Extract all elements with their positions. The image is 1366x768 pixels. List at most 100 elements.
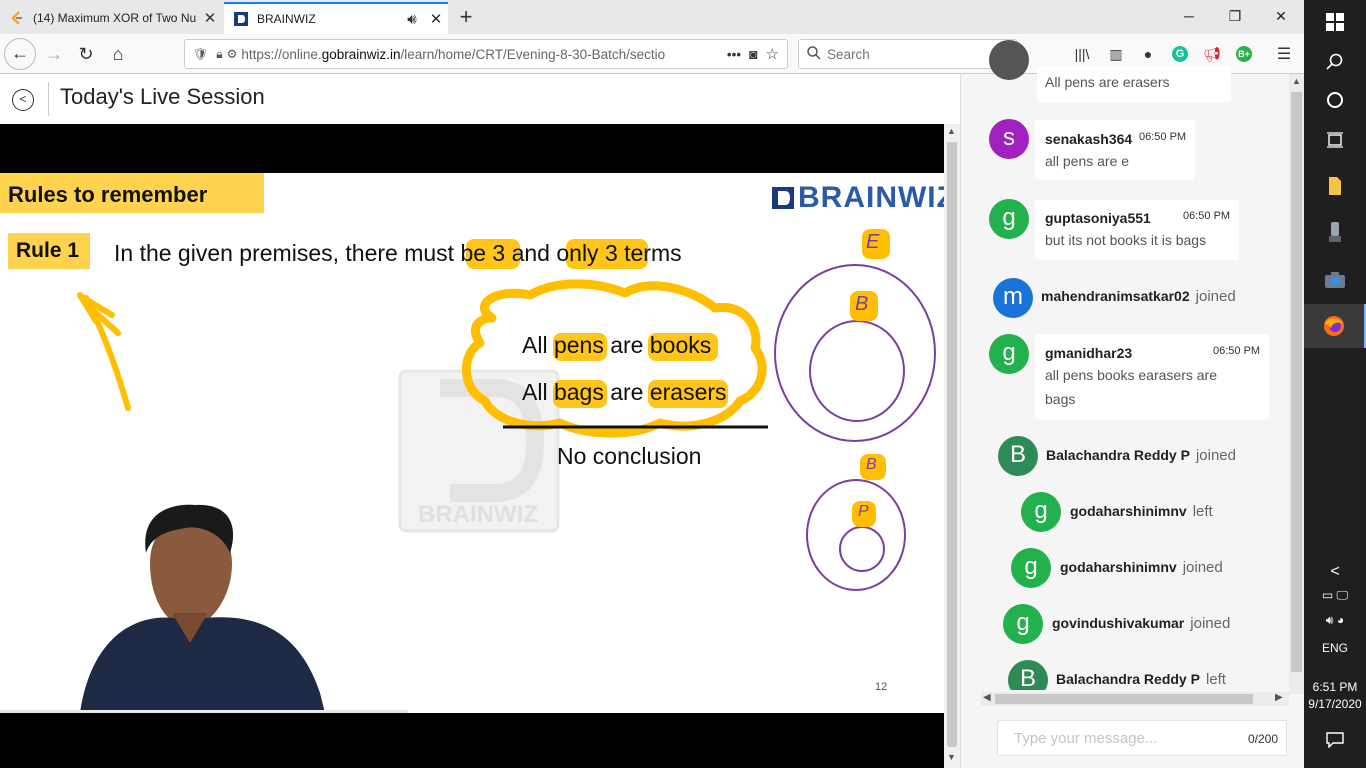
lock-icon[interactable]: 🔒︎	[216, 47, 222, 62]
notifications-icon[interactable]	[1304, 718, 1366, 762]
firefox-taskbar-icon[interactable]	[1304, 304, 1366, 348]
pocket-icon[interactable]: ◙	[749, 46, 757, 62]
close-window-button[interactable]: ✕	[1258, 0, 1304, 34]
chat-scrollbar-thumb[interactable]	[1291, 92, 1302, 672]
home-button[interactable]: ⌂	[102, 38, 134, 70]
sidebar-icon[interactable]: ▥	[1106, 44, 1126, 64]
message-text: but its not books it is bags	[1045, 232, 1207, 248]
chat-event: godaharshinimnv left	[1070, 503, 1213, 521]
menu-icon[interactable]: ☰	[1274, 44, 1294, 64]
chat-event: mahendranimsatkar02 joined	[1041, 288, 1236, 306]
message-text: all pens are e	[1045, 153, 1130, 169]
premise-2: All bags are erasers	[522, 379, 727, 405]
scroll-up-icon[interactable]: ▲	[947, 126, 956, 136]
header-divider	[48, 82, 49, 116]
page-scrollbar[interactable]: ▲ ▼	[944, 124, 960, 768]
page-actions-menu-icon[interactable]: •••	[727, 47, 741, 62]
bookmark-star-icon[interactable]: ☆	[766, 45, 779, 63]
reload-button[interactable]: ↻	[70, 38, 102, 70]
chat-event-action: joined	[1182, 559, 1223, 576]
language-indicator[interactable]: ENG	[1304, 641, 1366, 655]
rule-text: In the given premises, there must be 3 a…	[114, 240, 682, 267]
chat-event-action: left	[1192, 503, 1213, 520]
venn-inner-circle	[809, 320, 905, 422]
windows-taskbar: < ▭ 🖵︎ 🔊︎ ◕ ENG 6:51 PM 9/17/2020	[1304, 0, 1366, 768]
scroll-left-icon[interactable]: ◀	[983, 692, 991, 703]
clock-time[interactable]: 6:51 PM	[1304, 680, 1366, 694]
annotation-b: B	[866, 456, 877, 473]
chat-scrollbar[interactable]: ▲	[1289, 74, 1304, 694]
chat-timestamp: 06:50 PM	[1213, 345, 1261, 357]
chat-username: Balachandra Reddy P	[1046, 447, 1190, 463]
url-prefix: https://online.	[241, 46, 322, 62]
rule-text-part: and	[505, 240, 557, 266]
presenter-video-image	[0, 504, 408, 713]
permissions-icon[interactable]: ⚙︎	[227, 47, 238, 61]
account-icon[interactable]: ●	[1138, 44, 1158, 64]
chat-event: Balachandra Reddy P joined	[1046, 447, 1236, 465]
annotation-e: E	[866, 231, 880, 253]
avatar: g	[1003, 604, 1043, 644]
scroll-right-icon[interactable]: ▶	[1275, 692, 1283, 703]
scroll-up-icon[interactable]: ▲	[1292, 76, 1301, 86]
slide: Rules to remember BRAINWIZ BRAINWIZ Rule…	[0, 173, 944, 713]
close-tab-icon[interactable]: ✕	[424, 10, 448, 28]
rule-text-highlight: be 3	[460, 240, 506, 266]
file-explorer-icon[interactable]	[1304, 164, 1366, 208]
tab-brainwiz[interactable]: BRAINWIZ 🔊︎ ✕	[224, 2, 448, 34]
close-tab-icon[interactable]: ✕	[198, 9, 222, 27]
search-bar[interactable]	[798, 39, 1018, 69]
grammarly-icon[interactable]: G	[1170, 44, 1190, 64]
forward-button[interactable]: →	[38, 38, 70, 70]
extension-icon[interactable]: B+	[1234, 44, 1254, 64]
leetcode-icon	[9, 10, 25, 26]
chat-hscroll-thumb[interactable]	[995, 694, 1253, 704]
chat-username: mahendranimsatkar02	[1041, 288, 1190, 304]
tab-title: (14) Maximum XOR of Two Nu	[33, 11, 197, 25]
arrow-doodle	[77, 292, 131, 411]
back-circle-icon[interactable]: <	[12, 89, 34, 111]
url-domain: gobrainwiz.in	[321, 46, 401, 62]
library-icon[interactable]: |||\	[1072, 44, 1092, 64]
chat-username: senakash364	[1045, 131, 1133, 147]
avatar: g	[1021, 492, 1061, 532]
chat-message-input[interactable]	[1014, 721, 1244, 755]
tab-leetcode[interactable]: (14) Maximum XOR of Two Nu ✕	[0, 2, 222, 34]
message-text: all pens books earasers are bags	[1045, 367, 1217, 407]
chat-event: govindushivakumar joined	[1052, 615, 1230, 633]
page-scrollbar-thumb[interactable]	[947, 142, 957, 747]
chat-timestamp: 06:50 PM	[1183, 210, 1231, 222]
restore-button[interactable]: ❐	[1212, 0, 1258, 34]
minimize-button[interactable]: ─	[1166, 0, 1212, 34]
annotation-p: P	[858, 503, 869, 520]
chat-input-box: 0/200	[997, 720, 1287, 756]
char-count: 0/200	[1247, 732, 1278, 746]
speaker-icon[interactable]: 🔊︎	[400, 11, 424, 28]
new-tab-button[interactable]: +	[452, 4, 480, 32]
tab-bar: (14) Maximum XOR of Two Nu ✕ BRAINWIZ 🔊︎…	[0, 0, 1304, 34]
cortana-icon[interactable]	[1304, 78, 1366, 122]
avatar: m	[993, 278, 1033, 318]
search-input[interactable]	[827, 46, 1007, 62]
announcement-icon[interactable]: 📢︎	[1202, 44, 1222, 64]
volume-icon[interactable]: 🔊︎	[1326, 613, 1334, 628]
avatar: g	[989, 199, 1029, 239]
venn-bottom-outer-circle	[806, 479, 906, 591]
chat-event-action: left	[1205, 671, 1226, 688]
avatar: s	[989, 119, 1029, 159]
chat-username: govindushivakumar	[1052, 615, 1185, 631]
tray-app-icon[interactable]: ◕	[1337, 613, 1344, 627]
venn-bottom-inner-circle	[839, 526, 885, 572]
back-button[interactable]: ←	[4, 38, 36, 70]
url-text[interactable]: https://online.gobrainwiz.in/learn/home/…	[241, 47, 719, 62]
microphone-app-icon[interactable]	[1304, 210, 1366, 254]
windows-start-icon[interactable]	[1304, 0, 1366, 44]
slide-page-number: 12	[875, 681, 888, 693]
scroll-down-icon[interactable]: ▼	[947, 752, 956, 762]
task-view-icon[interactable]	[1304, 118, 1366, 162]
camera-app-icon[interactable]	[1304, 258, 1366, 302]
clock-date[interactable]: 9/17/2020	[1304, 697, 1366, 711]
url-bar[interactable]: 🛡︎ 🔒︎ ⚙︎ https://online.gobrainwiz.in/le…	[184, 39, 788, 69]
shield-icon[interactable]: 🛡︎	[193, 47, 208, 61]
chat-horizontal-scrollbar[interactable]: ◀ ▶	[981, 692, 1289, 706]
